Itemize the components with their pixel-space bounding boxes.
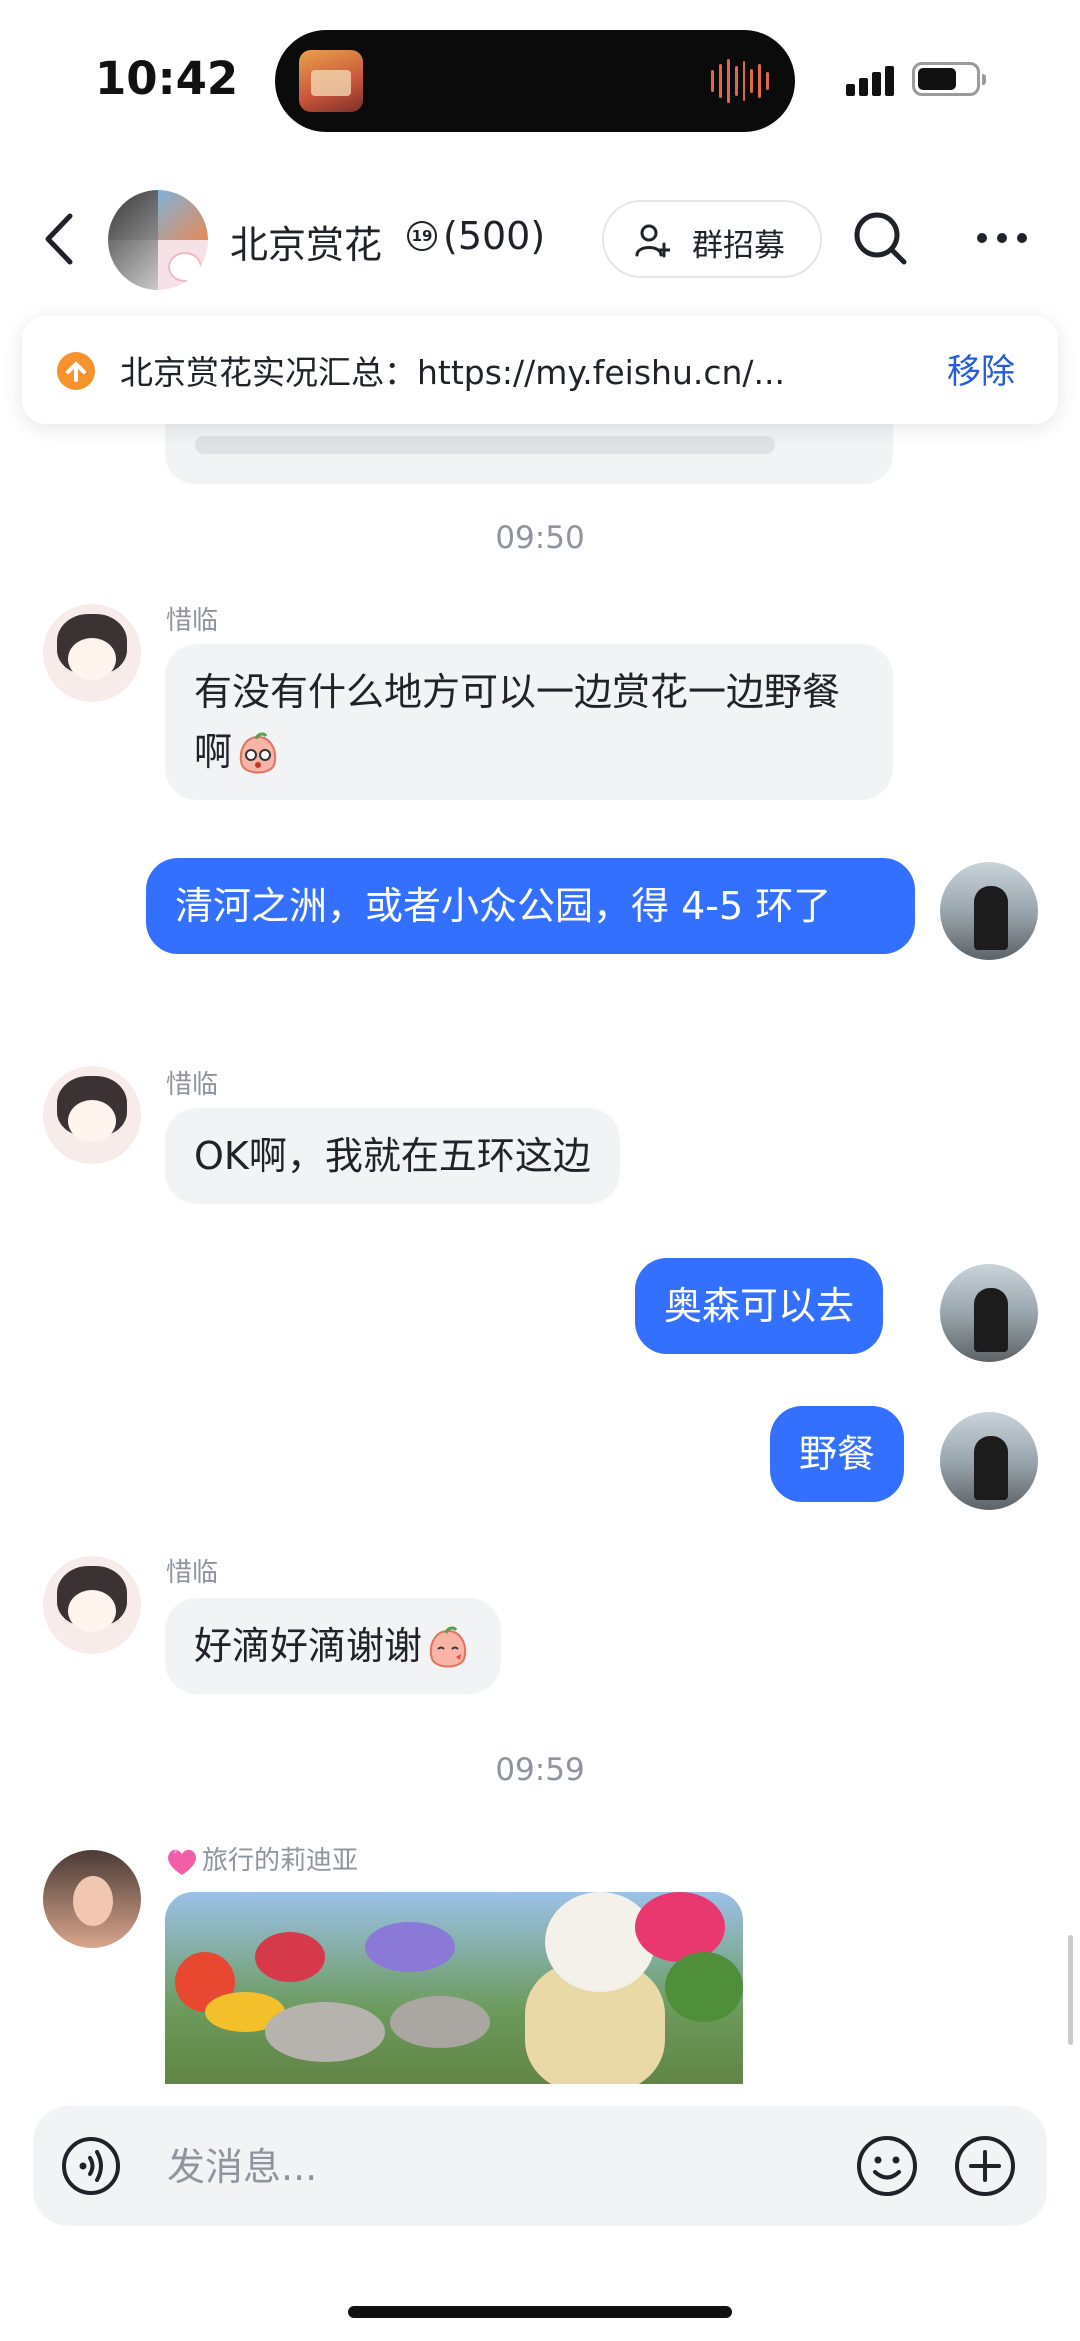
avatar-me[interactable]: [940, 862, 1038, 960]
status-time: 10:42: [95, 52, 239, 105]
plus-icon[interactable]: [953, 2134, 1017, 2198]
pinned-banner[interactable]: 北京赏花实况汇总：https://my.feishu.cn/... 移除: [22, 316, 1058, 424]
home-indicator: [348, 2306, 732, 2318]
audio-waveform-icon: [711, 58, 769, 104]
message-bubble[interactable]: 有没有什么地方可以一边赏花一边野餐啊: [165, 644, 893, 800]
scrollbar[interactable]: [1068, 1935, 1073, 2045]
group-avatar[interactable]: [108, 190, 208, 290]
emoji-icon[interactable]: [855, 2134, 919, 2198]
message-bubble-partial[interactable]: [165, 424, 893, 484]
more-icon[interactable]: [976, 226, 1028, 250]
message-composer: [33, 2106, 1047, 2226]
add-person-icon: [634, 222, 672, 258]
peach-emoji-icon: [234, 731, 282, 779]
signal-icon: [846, 66, 894, 96]
avatar-me[interactable]: [940, 1264, 1038, 1362]
verified-icon: 19: [407, 221, 437, 251]
message-bubble-own[interactable]: 清河之洲，或者小众公园，得 4-5 环了: [146, 858, 915, 954]
recruit-label: 群招募: [692, 228, 785, 264]
avatar-lydia[interactable]: [43, 1850, 141, 1948]
message-text: 奥森可以去: [664, 1284, 855, 1328]
message-bubble[interactable]: OK啊，我就在五环这边: [165, 1108, 620, 1204]
member-count: (500): [443, 214, 546, 258]
message-text: OK啊，我就在五环这边: [194, 1134, 591, 1178]
message-input[interactable]: [165, 2136, 849, 2198]
message-text: 好滴好滴谢谢: [194, 1624, 423, 1668]
time-separator: 09:50: [495, 520, 585, 556]
sender-name: 惜临: [166, 1558, 219, 1588]
message-text: 有没有什么地方可以一边赏花一边野餐啊: [194, 670, 841, 774]
avatar-xilin[interactable]: [43, 1066, 141, 1164]
message-bubble-own[interactable]: 野餐: [770, 1406, 905, 1502]
sender-name: 旅行的莉迪亚: [166, 1840, 358, 1877]
heart-icon: [166, 1847, 198, 1877]
group-recruit-button[interactable]: 群招募: [602, 200, 822, 278]
back-arrow-icon[interactable]: [40, 212, 80, 266]
battery-icon: [912, 62, 986, 96]
voice-icon[interactable]: [61, 2136, 121, 2196]
time-separator: 09:59: [495, 1752, 585, 1788]
avatar-xilin[interactable]: [43, 1556, 141, 1654]
message-text: 清河之洲，或者小众公园，得 4-5 环了: [175, 884, 832, 928]
sender-name: 惜临: [166, 606, 219, 636]
message-bubble-own[interactable]: 奥森可以去: [635, 1258, 884, 1354]
search-icon[interactable]: [852, 210, 908, 266]
chat-messages[interactable]: 09:50 惜临 有没有什么地方可以一边赏花一边野餐啊 清河之洲，或者小众公园，…: [0, 424, 1080, 2084]
message-bubble[interactable]: 好滴好滴谢谢: [165, 1598, 502, 1694]
sender-name: 惜临: [166, 1070, 219, 1100]
message-text: 野餐: [799, 1432, 876, 1476]
remove-pin-button[interactable]: 移除: [947, 344, 1015, 393]
avatar-me[interactable]: [940, 1412, 1038, 1510]
group-name[interactable]: 北京赏花: [230, 214, 382, 269]
peach-kiss-emoji-icon: [424, 1625, 472, 1673]
dynamic-island: [275, 30, 795, 132]
pin-upload-icon: [57, 352, 95, 390]
image-message[interactable]: [165, 1892, 743, 2084]
now-playing-thumbnail: [299, 50, 363, 112]
pinned-text[interactable]: 北京赏花实况汇总：https://my.feishu.cn/...: [120, 346, 890, 394]
avatar-xilin[interactable]: [43, 604, 141, 702]
